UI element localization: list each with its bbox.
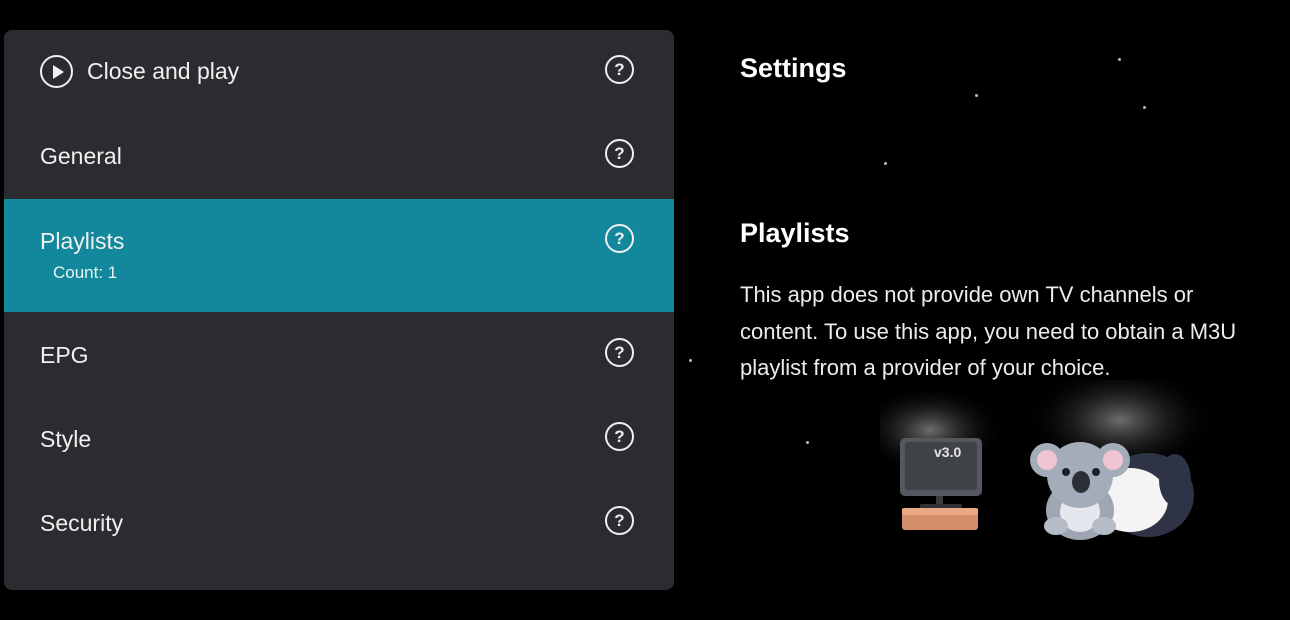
page-title: Settings: [740, 53, 847, 83]
menu-item-playlists[interactable]: Playlists Count: 1 ?: [4, 199, 674, 312]
menu-item-label: Security: [40, 510, 124, 536]
menu-item-security[interactable]: Security ?: [4, 481, 674, 566]
star-decoration: [1118, 58, 1121, 61]
question-icon[interactable]: ?: [605, 506, 634, 535]
star-decoration: [806, 441, 809, 444]
question-icon[interactable]: ?: [605, 338, 634, 367]
section-description: This app does not provide own TV channel…: [740, 282, 1237, 380]
menu-item-label: General: [40, 143, 122, 169]
section-title: Playlists: [740, 218, 850, 248]
settings-menu: Close and play ? General ? Playlists Cou…: [4, 30, 674, 590]
question-icon[interactable]: ?: [605, 55, 634, 84]
menu-item-epg[interactable]: EPG ?: [4, 312, 674, 397]
menu-item-label: Style: [40, 426, 92, 452]
mascot-illustration: v3.0: [880, 380, 1210, 540]
menu-item-label: Playlists: [40, 228, 125, 254]
star-decoration: [975, 94, 978, 97]
menu-item-label: Close and play: [87, 58, 240, 84]
star-decoration: [884, 162, 887, 165]
star-decoration: [689, 359, 692, 362]
menu-item-style[interactable]: Style ?: [4, 397, 674, 481]
question-icon[interactable]: ?: [605, 139, 634, 168]
menu-item-label: EPG: [40, 342, 89, 368]
svg-text:v3.0: v3.0: [934, 444, 961, 460]
tv-icon: v3.0: [900, 438, 982, 530]
playlist-count: Count: 1: [53, 263, 118, 282]
question-icon[interactable]: ?: [605, 422, 634, 451]
settings-screen: Close and play ? General ? Playlists Cou…: [0, 0, 1290, 620]
star-decoration: [1143, 106, 1146, 109]
menu-item-close-and-play[interactable]: Close and play ?: [4, 30, 674, 114]
menu-item-general[interactable]: General ?: [4, 114, 674, 199]
play-circle-icon: [40, 55, 73, 88]
question-icon[interactable]: ?: [605, 224, 634, 253]
